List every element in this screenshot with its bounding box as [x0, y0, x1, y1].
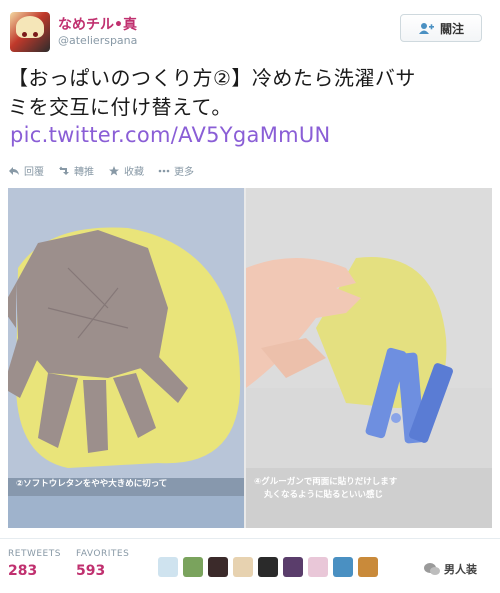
- favorites-count: 593: [76, 563, 106, 579]
- tweet-text: 【おっぱいのつくり方②】冷めたら洗濯バサ ミを交互に付け替えて。: [8, 64, 488, 122]
- user-handle[interactable]: @atelierspana: [58, 34, 137, 47]
- favoriter-avatar[interactable]: [183, 557, 203, 577]
- tweet-stats: RETWEETS 283 FAVORITES 593 男人装: [0, 538, 500, 593]
- retweet-button[interactable]: 轉推: [58, 163, 94, 178]
- favoriter-avatar[interactable]: [208, 557, 228, 577]
- favorite-button[interactable]: 收藏: [108, 163, 144, 178]
- wechat-icon: [424, 563, 440, 575]
- favoriter-avatar[interactable]: [258, 557, 278, 577]
- media-link[interactable]: pic.twitter.com/AV5YgaMmUN: [10, 123, 331, 147]
- avatar[interactable]: [10, 12, 50, 52]
- retweet-icon: [59, 166, 69, 175]
- watermark-text: 男人装: [444, 563, 477, 576]
- tweet-text-line-1: 【おっぱいのつくり方②】冷めたら洗濯バサ: [8, 66, 416, 90]
- favoriter-avatar[interactable]: [308, 557, 328, 577]
- caption-right-line-2: 丸くなるように貼るといい感じ: [264, 490, 384, 500]
- foam-cutting-illustration: [8, 188, 244, 528]
- follow-label: 關注: [439, 21, 464, 36]
- tweet-actions: 回覆 轉推 收藏 更多: [8, 163, 194, 178]
- tweet-text-line-2: ミを交互に付け替えて。: [8, 95, 232, 119]
- media-photo-left[interactable]: ②ソフトウレタンをやや大きめに切って: [8, 188, 244, 528]
- favoriter-avatar[interactable]: [158, 557, 178, 577]
- add-user-icon: [418, 23, 434, 34]
- tweet-media[interactable]: ②ソフトウレタンをやや大きめに切って ④グルーガンで両面に貼りだけします 丸くな…: [8, 188, 492, 528]
- more-label: 更多: [174, 167, 194, 178]
- reply-button[interactable]: 回覆: [8, 163, 44, 178]
- tweet-header: なめチル•真 @atelierspana 關注: [0, 0, 500, 62]
- media-photo-right[interactable]: ④グルーガンで両面に貼りだけします 丸くなるように貼るといい感じ: [246, 188, 492, 528]
- favorites-stat[interactable]: FAVORITES 593: [76, 549, 129, 579]
- favoriter-avatar[interactable]: [333, 557, 353, 577]
- watermark: 男人装: [424, 561, 477, 577]
- favorites-label: FAVORITES: [76, 549, 130, 559]
- caption-right-line-1: ④グルーガンで両面に貼りだけします: [254, 477, 398, 487]
- favoriter-avatar[interactable]: [283, 557, 303, 577]
- display-name[interactable]: なめチル•真: [58, 14, 137, 34]
- retweets-stat[interactable]: RETWEETS 283: [8, 549, 61, 579]
- favoriter-avatar[interactable]: [358, 557, 378, 577]
- favoriter-avatar[interactable]: [233, 557, 253, 577]
- caption-left: ②ソフトウレタンをやや大きめに切って: [16, 479, 168, 489]
- retweets-count: 283: [8, 563, 38, 579]
- more-icon: [158, 169, 170, 172]
- follow-button[interactable]: 關注: [400, 14, 482, 42]
- retweets-label: RETWEETS: [8, 549, 61, 559]
- favoriter-avatars: [158, 557, 378, 577]
- star-icon: [109, 165, 119, 175]
- reply-icon: [9, 166, 19, 175]
- more-button[interactable]: 更多: [158, 163, 194, 178]
- favorite-label: 收藏: [124, 167, 144, 178]
- reply-label: 回覆: [24, 167, 44, 178]
- retweet-label: 轉推: [74, 167, 94, 178]
